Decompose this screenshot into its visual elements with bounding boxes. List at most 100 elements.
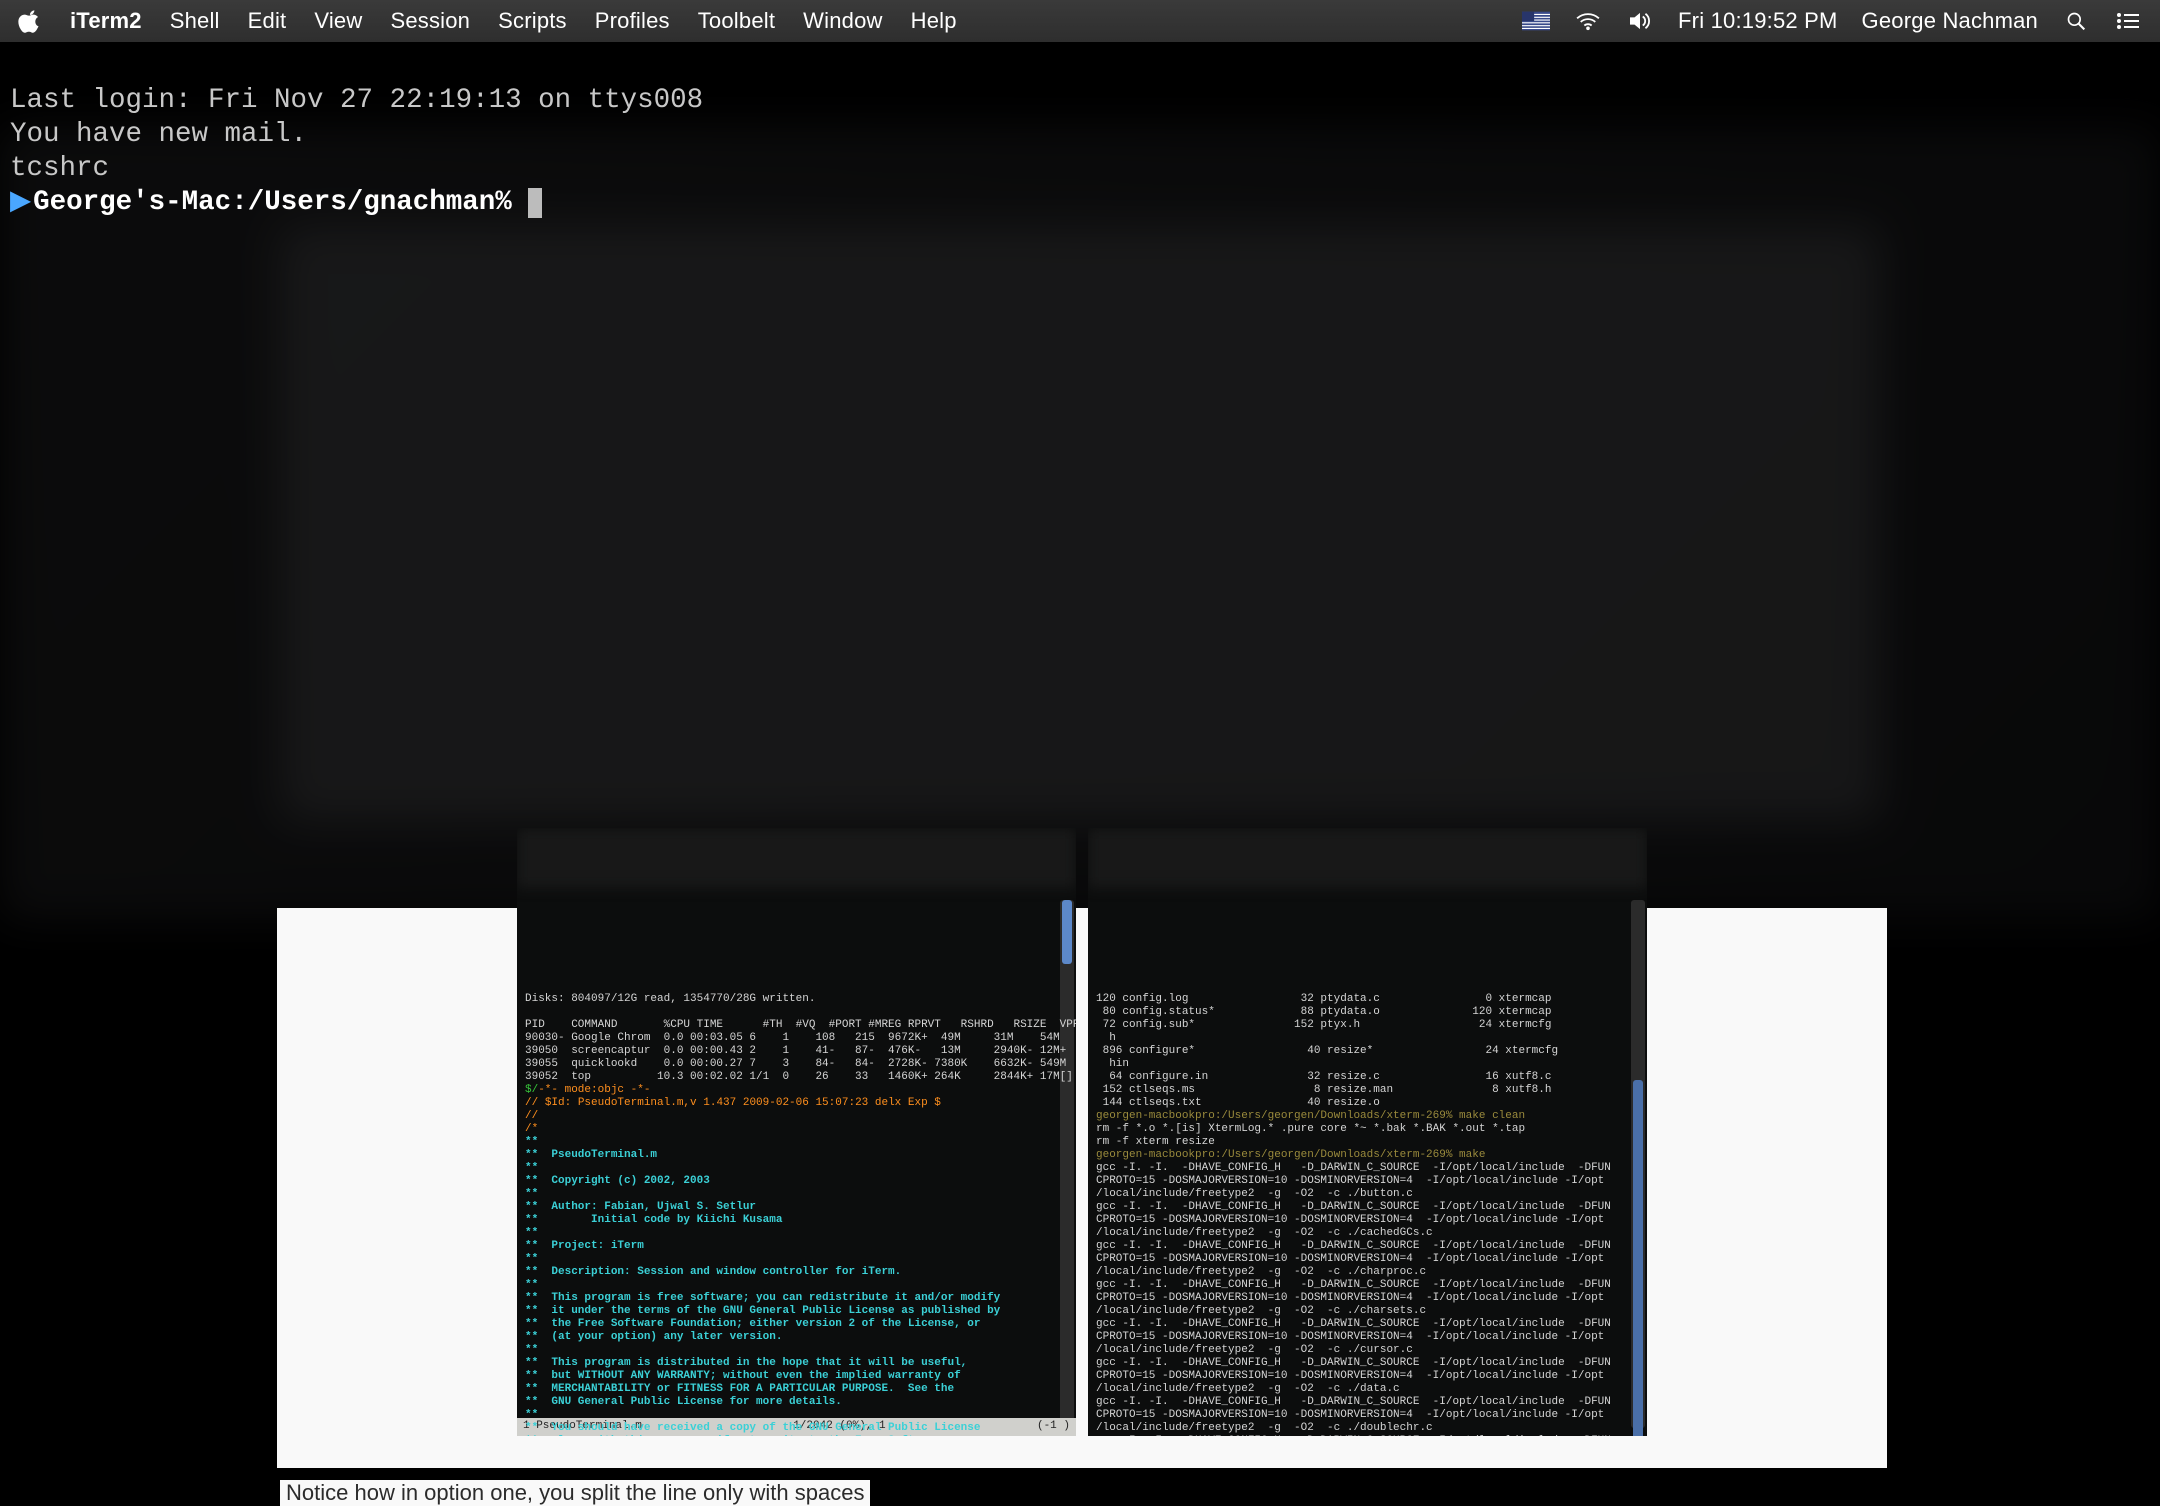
cmd-output: rm -f *.o *.[is] XtermLog.* .pure core *… [1096, 1123, 1525, 1135]
src-line: ** Copyright (c) 2002, 2003 [525, 1175, 710, 1187]
menu-window[interactable]: Window [803, 8, 882, 34]
build-line: CPROTO=15 -DOSMAJORVERSION=10 -DOSMINORV… [1096, 1409, 1604, 1421]
ls-row: hin [1096, 1058, 1129, 1070]
src-line: ** This program is distributed in the ho… [525, 1357, 967, 1369]
src-line: ** Initial code by Kiichi Kusama [525, 1214, 782, 1226]
volume-icon[interactable] [1626, 11, 1654, 31]
process-cols: PID COMMAND %CPU TIME #TH #VQ #PORT #MRE… [525, 1019, 1076, 1031]
table-row: 90030- Google Chrom 0.0 00:03.05 6 1 108… [525, 1032, 1060, 1044]
src-line: ** This program is free software; you ca… [525, 1292, 1000, 1304]
build-line: /local/include/freetype2 -g -O2 -c ./cha… [1096, 1305, 1426, 1317]
build-line: gcc -I. -I. -DHAVE_CONFIG_H -D_DARWIN_C_… [1096, 1162, 1611, 1174]
src-line: ** You should have received a copy of th… [525, 1422, 980, 1434]
ls-row: h [1096, 1032, 1116, 1044]
app-name[interactable]: iTerm2 [70, 8, 142, 34]
menu-session[interactable]: Session [390, 8, 470, 34]
menu-shell[interactable]: Shell [170, 8, 220, 34]
build-line: gcc -I. -I. -DHAVE_CONFIG_H -D_DARWIN_C_… [1096, 1240, 1611, 1252]
id-line: // [525, 1097, 545, 1109]
menu-profiles[interactable]: Profiles [595, 8, 670, 34]
build-line: gcc -I. -I. -DHAVE_CONFIG_H -D_DARWIN_C_… [1096, 1279, 1611, 1291]
menu-view[interactable]: View [314, 8, 362, 34]
menu-toolbelt[interactable]: Toolbelt [698, 8, 775, 34]
table-row: 39050 screencaptur 0.0 00:00.43 2 1 41- … [525, 1045, 1066, 1057]
build-line: /local/include/freetype2 -g -O2 -c ./cur… [1096, 1344, 1413, 1356]
src-line: /* [525, 1123, 538, 1135]
table-row: 39052 top 10.3 00:02.02 1/1 0 26 33 1460… [525, 1071, 1073, 1083]
src-line: ** [525, 1162, 538, 1174]
build-line: gcc -I. -I. -DHAVE_CONFIG_H -D_DARWIN_C_… [1096, 1396, 1611, 1408]
build-line: /local/include/freetype2 -g -O2 -c ./dou… [1096, 1422, 1433, 1434]
menu-help[interactable]: Help [911, 8, 957, 34]
src-line: ** [525, 1409, 538, 1421]
src-line: ** along with this program; if not, writ… [525, 1435, 941, 1436]
src-line: ** the Free Software Foundation; either … [525, 1318, 980, 1330]
src-line: ** [525, 1136, 538, 1148]
cmd-output: rm -f xterm resize [1096, 1136, 1215, 1148]
prompt-text: George's-Mac:/Users/gnachman% [33, 186, 512, 220]
src-line: ** [525, 1253, 538, 1265]
ls-row: 72 config.sub* 152 ptyx.h 24 xtermcfg [1096, 1019, 1551, 1031]
menubar-clock[interactable]: Fri 10:19:52 PM [1678, 8, 1838, 34]
src-line: ** but WITHOUT ANY WARRANTY; without eve… [525, 1370, 961, 1382]
menu-edit[interactable]: Edit [248, 8, 287, 34]
build-line: CPROTO=15 -DOSMAJORVERSION=10 -DOSMINORV… [1096, 1253, 1604, 1265]
text-line: Disks: 804097/12G read, 1354770/28G writ… [525, 993, 815, 1005]
build-line: /local/include/freetype2 -g -O2 -c ./dat… [1096, 1383, 1400, 1395]
src-line: ** (at your option) any later version. [525, 1331, 782, 1343]
src-line: ** GNU General Public License for more d… [525, 1396, 842, 1408]
build-line: gcc -I. -I. -DHAVE_CONFIG_H -D_DARWIN_C_… [1096, 1318, 1611, 1330]
src-line: ** [525, 1344, 538, 1356]
src-line: ** [525, 1227, 538, 1239]
terminal-cursor [528, 188, 542, 218]
ls-row: 80 config.status* 88 ptydata.o 120 xterm… [1096, 1006, 1551, 1018]
split-pane-left: Disks: 804097/12G read, 1354770/28G writ… [517, 828, 1076, 1436]
src-line: ** [525, 1188, 538, 1200]
shell-prompt-dollar: $/ [525, 1084, 538, 1096]
build-line: gcc -I. -I. -DHAVE_CONFIG_H -D_DARWIN_C_… [1096, 1357, 1611, 1369]
build-line: CPROTO=15 -DOSMAJORVERSION=10 -DOSMINORV… [1096, 1175, 1604, 1187]
wifi-icon[interactable] [1574, 11, 1602, 31]
doc-body-text: Notice how in option one, you split the … [280, 1480, 870, 1506]
notification-center-icon[interactable] [2114, 11, 2142, 31]
menu-scripts[interactable]: Scripts [498, 8, 567, 34]
ls-row: 144 ctlseqs.txt 40 resize.o [1096, 1097, 1380, 1109]
build-line: gcc -I. -I. -DHAVE_CONFIG_H -D_DARWIN_C_… [1096, 1435, 1611, 1436]
split-pane-right: 120 config.log 32 ptydata.c 0 xtermcap 8… [1088, 828, 1647, 1436]
embedded-screenshot-split-panes: Disks: 804097/12G read, 1354770/28G writ… [517, 828, 1647, 1436]
prompt-caret-icon: ▶ [10, 186, 31, 220]
src-line: ** MERCHANTABILITY or FITNESS FOR A PART… [525, 1383, 954, 1395]
ls-row: 896 configure* 40 resize* 24 xtermcfg [1096, 1045, 1558, 1057]
terminal-line: tcshrc [10, 153, 109, 184]
src-line: // [525, 1110, 538, 1122]
src-line: ** Author: Fabian, Ujwal S. Setlur [525, 1201, 756, 1213]
src-line: ** Description: Session and window contr… [525, 1266, 901, 1278]
src-line: ** [525, 1279, 538, 1291]
vim-modeline: -*- mode:objc -*- [538, 1084, 650, 1096]
src-line: ** Project: iTerm [525, 1240, 644, 1252]
input-source-us-icon[interactable] [1522, 11, 1550, 31]
macos-menubar: iTerm2 Shell Edit View Session Scripts P… [0, 0, 2160, 42]
ls-row: 152 ctlseqs.ms 8 resize.man 8 xutf8.h [1096, 1084, 1551, 1096]
build-line: /local/include/freetype2 -g -O2 -c ./cac… [1096, 1227, 1433, 1239]
terminal-line: Last login: Fri Nov 27 22:19:13 on ttys0… [10, 85, 703, 116]
menubar-user[interactable]: George Nachman [1862, 8, 2038, 34]
iterm-terminal-output[interactable]: Last login: Fri Nov 27 22:19:13 on ttys0… [0, 42, 2160, 288]
prompt-line: georgen-macbookpro:/Users/georgen/Downlo… [1096, 1149, 1485, 1161]
table-row: 39055 quicklookd 0.0 00:00.27 7 3 84- 84… [525, 1058, 1066, 1070]
apple-menu-icon[interactable] [18, 9, 42, 33]
build-line: CPROTO=15 -DOSMAJORVERSION=10 -DOSMINORV… [1096, 1331, 1604, 1343]
prompt-line: georgen-macbookpro:/Users/georgen/Downlo… [1096, 1110, 1525, 1122]
spotlight-search-icon[interactable] [2062, 11, 2090, 31]
src-line: ** it under the terms of the GNU General… [525, 1305, 1000, 1317]
ls-row: 64 configure.in 32 resize.c 16 xutf8.c [1096, 1071, 1551, 1083]
build-line: CPROTO=15 -DOSMAJORVERSION=10 -DOSMINORV… [1096, 1370, 1604, 1382]
terminal-line: You have new mail. [10, 119, 307, 150]
build-line: CPROTO=15 -DOSMAJORVERSION=10 -DOSMINORV… [1096, 1214, 1604, 1226]
terminal-prompt[interactable]: ▶George's-Mac:/Users/gnachman% [10, 186, 2150, 220]
src-line: ** PseudoTerminal.m [525, 1149, 657, 1161]
build-line: CPROTO=15 -DOSMAJORVERSION=10 -DOSMINORV… [1096, 1292, 1604, 1304]
id-line-text: $Id: PseudoTerminal.m,v 1.437 2009-02-06… [545, 1097, 941, 1109]
build-line: /local/include/freetype2 -g -O2 -c ./but… [1096, 1188, 1413, 1200]
build-line: gcc -I. -I. -DHAVE_CONFIG_H -D_DARWIN_C_… [1096, 1201, 1611, 1213]
